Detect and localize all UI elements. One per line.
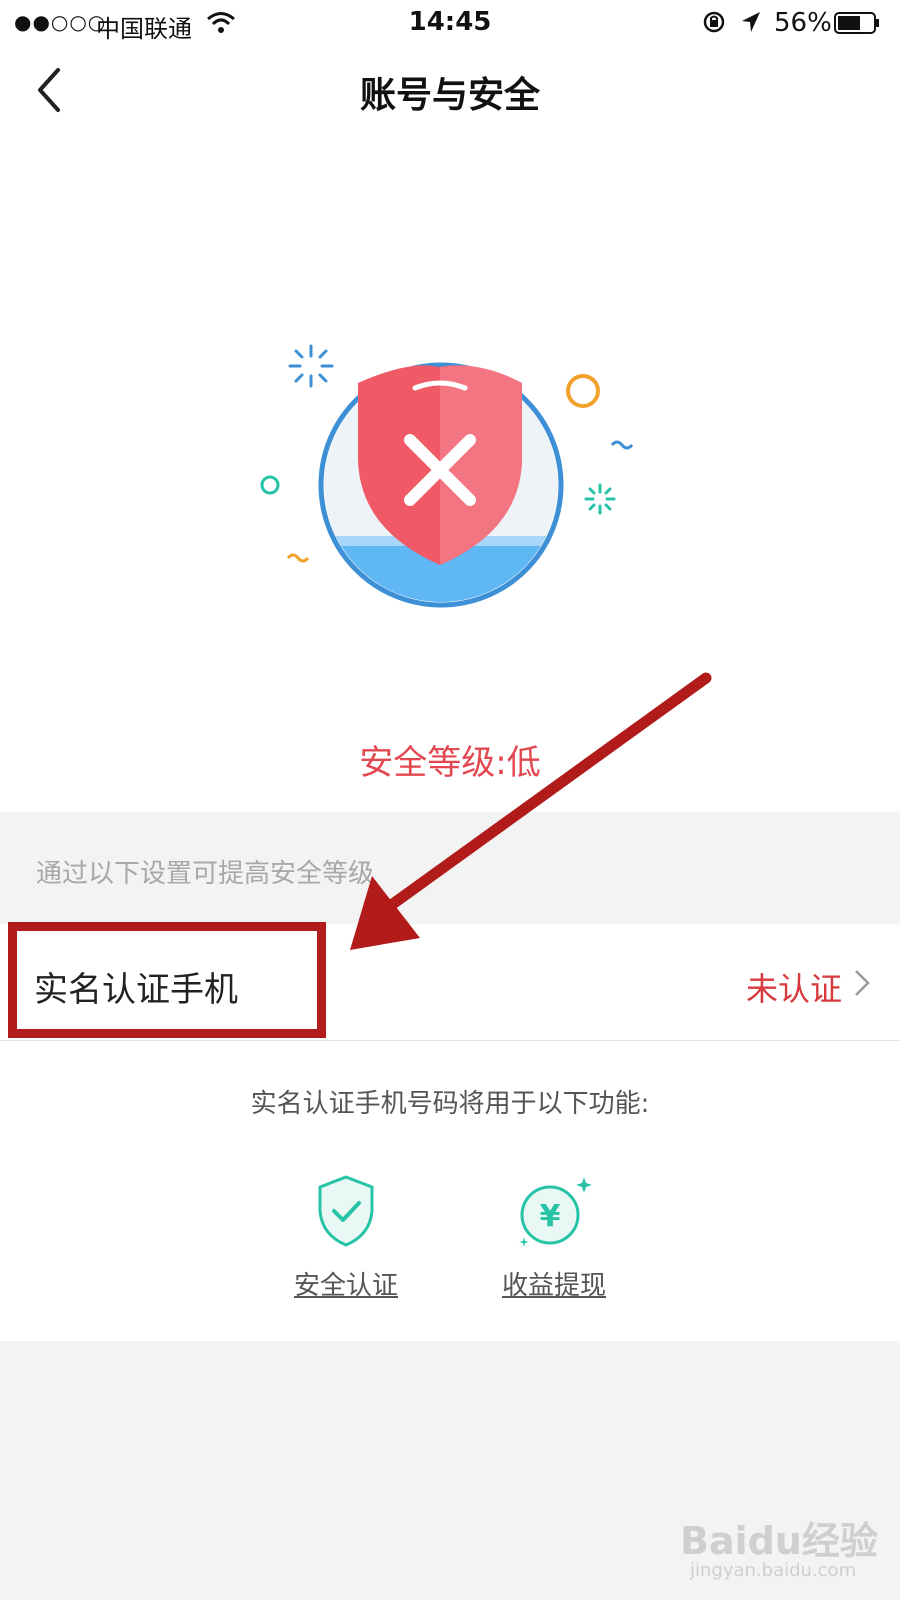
battery-percent: 56% — [774, 8, 832, 38]
clock: 14:45 — [408, 7, 492, 37]
page-title: 账号与安全 — [359, 75, 540, 116]
features-section: 实名认证手机号码将用于以下功能: 安全认证 ¥ 收益提现 — [0, 1041, 900, 1341]
yuan-coin-icon: ¥ — [519, 1177, 592, 1247]
row-label: 实名认证手机 — [34, 970, 238, 1010]
svg-text:¥: ¥ — [540, 1199, 561, 1234]
feature-withdraw-earnings[interactable]: ¥ 收益提现 — [474, 1171, 634, 1302]
security-level-text: 安全等级:低 — [359, 743, 541, 783]
feature-label: 收益提现 — [501, 1271, 606, 1301]
battery-icon — [834, 12, 879, 34]
hint-text: 通过以下设置可提高安全等级 — [36, 859, 375, 889]
realname-phone-row[interactable]: 实名认证手机 未认证 — [0, 924, 900, 1041]
security-shield-illustration — [260, 344, 634, 608]
shield-check-icon — [318, 1175, 374, 1247]
status-bar: ●●○○○ 中国联通 14:45 56% — [0, 0, 900, 46]
watermark-logo: Baidu经验 — [680, 1519, 878, 1563]
rotation-lock-icon — [703, 11, 725, 33]
verification-status: 未认证 — [745, 970, 842, 1008]
features-caption: 实名认证手机号码将用于以下功能: — [250, 1089, 650, 1119]
chevron-right-icon — [855, 970, 870, 996]
feature-security-auth[interactable]: 安全认证 — [266, 1171, 426, 1302]
watermark-url: jingyan.baidu.com — [690, 1560, 857, 1581]
location-arrow-icon — [742, 12, 760, 32]
feature-label: 安全认证 — [293, 1271, 398, 1301]
